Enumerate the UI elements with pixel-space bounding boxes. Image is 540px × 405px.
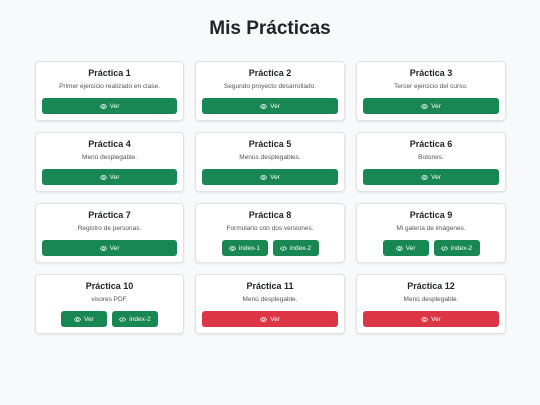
card-title: Práctica 7 (88, 210, 131, 220)
button-label: index-2 (289, 244, 312, 252)
view-button[interactable]: Ver (382, 240, 429, 256)
practice-card-2: Práctica 2 Segundo proyecto desarrollado… (195, 61, 345, 121)
view-button[interactable]: Ver (363, 98, 499, 114)
index-2-button[interactable]: index-2 (112, 311, 158, 327)
card-description: Segundo proyecto desarrollado. (223, 83, 317, 90)
card-description: Formulario con dos versiones. (226, 225, 314, 232)
practice-card-1: Práctica 1 Primer ejercicio realizado en… (35, 61, 184, 121)
practice-card-12: Práctica 12 Menú desplegable. Ver (356, 274, 506, 334)
eye-icon (260, 103, 268, 110)
card-description: Menú desplegable. (242, 296, 298, 303)
eye-icon (260, 316, 268, 323)
card-description: Primer ejercicio realizado en clase. (59, 83, 160, 90)
practice-card-10: Práctica 10 visores PDF. Ver index-2 (35, 274, 184, 334)
button-label: Ver (109, 173, 120, 181)
button-label: index-1 (238, 244, 261, 252)
view-button[interactable]: Ver (202, 98, 338, 114)
card-title: Práctica 11 (246, 281, 294, 291)
card-title: Práctica 1 (88, 68, 131, 78)
card-title: Práctica 4 (88, 139, 131, 149)
practice-card-4: Práctica 4 Menú desplegable. Ver (35, 132, 184, 192)
practice-card-7: Práctica 7 Registro de personas. Ver (35, 203, 184, 263)
button-label: index-2 (450, 244, 473, 252)
card-description: Registro de personas. (77, 225, 142, 232)
card-title: Práctica 8 (248, 210, 292, 220)
button-label: index-2 (129, 315, 151, 323)
card-title: Práctica 3 (409, 68, 453, 78)
view-button[interactable]: Ver (363, 311, 499, 327)
practice-card-5: Práctica 5 Menús desplegables. Ver (195, 132, 345, 192)
view-button[interactable]: Ver (363, 169, 499, 185)
card-title: Práctica 12 (407, 281, 455, 291)
view-button[interactable]: Ver (42, 240, 177, 256)
practice-card-8: Práctica 8 Formulario con dos versiones.… (195, 203, 345, 263)
view-button[interactable]: Ver (42, 98, 177, 114)
card-description: Menús desplegables. (239, 154, 301, 161)
eye-icon (99, 245, 107, 252)
button-label: Ver (405, 244, 416, 252)
card-title: Práctica 10 (85, 281, 134, 291)
button-label: Ver (270, 315, 280, 323)
card-description: Menú desplegable. (82, 154, 137, 161)
eye-icon (260, 174, 268, 181)
code-icon (440, 245, 448, 252)
button-label: Ver (270, 102, 280, 110)
card-title: Práctica 6 (409, 139, 453, 149)
view-button[interactable]: Ver (42, 169, 177, 185)
practice-grid: Práctica 1 Primer ejercicio realizado en… (35, 61, 506, 334)
card-actions: Ver (42, 240, 177, 256)
card-description: Menú desplegable. (403, 296, 459, 303)
card-actions: Ver (363, 98, 499, 114)
practice-card-11: Práctica 11 Menú desplegable. Ver (195, 274, 345, 334)
card-title: Práctica 5 (248, 139, 292, 149)
eye-icon (395, 245, 403, 252)
page-title: Mis Prácticas (209, 18, 331, 39)
eye-icon (99, 103, 107, 110)
eye-icon (99, 174, 107, 181)
card-actions: Ver (202, 169, 338, 185)
practice-card-6: Práctica 6 Botones. Ver (356, 132, 506, 192)
view-button[interactable]: Ver (202, 169, 338, 185)
card-description: Botones. (418, 154, 444, 161)
button-label: Ver (431, 173, 441, 181)
card-actions: Ver (202, 98, 338, 114)
card-title: Práctica 2 (248, 68, 292, 78)
practice-card-3: Práctica 3 Tercer ejercicio del curso. V… (356, 61, 506, 121)
eye-icon (228, 245, 236, 252)
view-button[interactable]: Ver (202, 311, 338, 327)
index-2-button[interactable]: index-2 (433, 240, 480, 256)
button-label: Ver (109, 244, 120, 252)
card-description: visores PDF. (91, 296, 128, 303)
card-actions: Ver index-2 (363, 240, 499, 256)
index-2-button[interactable]: index-2 (272, 240, 319, 256)
card-actions: index-1 index-2 (202, 240, 338, 256)
code-icon (119, 316, 127, 323)
eye-icon (421, 316, 429, 323)
card-actions: Ver (363, 169, 499, 185)
code-icon (279, 245, 287, 252)
practice-card-9: Práctica 9 Mi galería de imágenes. Ver i… (356, 203, 506, 263)
card-title: Práctica 9 (409, 210, 453, 220)
button-label: Ver (431, 315, 441, 323)
card-actions: Ver (202, 311, 338, 327)
button-label: Ver (431, 102, 441, 110)
eye-icon (74, 316, 82, 323)
card-actions: Ver (42, 169, 177, 185)
index-1-button[interactable]: index-1 (221, 240, 268, 256)
card-actions: Ver (363, 311, 499, 327)
card-actions: Ver (42, 98, 177, 114)
eye-icon (421, 103, 429, 110)
button-label: Ver (270, 173, 280, 181)
button-label: Ver (84, 315, 94, 323)
card-description: Mi galería de imágenes. (396, 225, 466, 232)
view-button[interactable]: Ver (61, 311, 107, 327)
card-actions: Ver index-2 (42, 311, 177, 327)
button-label: Ver (109, 102, 120, 110)
eye-icon (421, 174, 429, 181)
card-description: Tercer ejercicio del curso. (394, 83, 468, 90)
